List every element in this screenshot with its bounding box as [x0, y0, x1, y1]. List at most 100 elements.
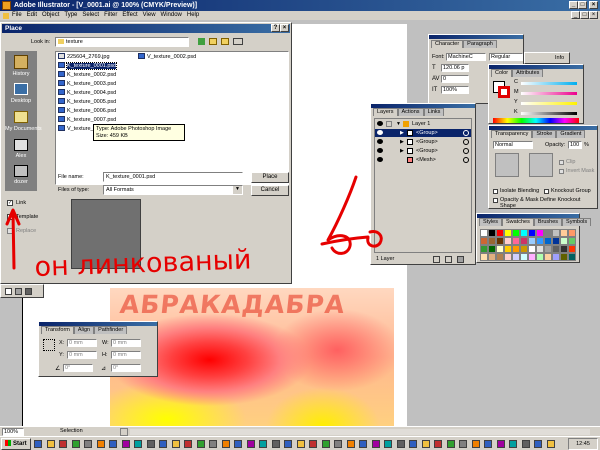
- taskbar-app-icon[interactable]: [484, 440, 492, 448]
- taskbar-app-icon[interactable]: [109, 440, 117, 448]
- taskbar-app-icon[interactable]: [459, 440, 467, 448]
- new-folder-icon[interactable]: [221, 38, 229, 45]
- swatch[interactable]: [560, 237, 568, 245]
- channel-c-slider[interactable]: [521, 82, 577, 85]
- menu-file[interactable]: File: [12, 12, 22, 18]
- swatch[interactable]: [504, 245, 512, 253]
- eye-icon[interactable]: [377, 130, 383, 135]
- swatch[interactable]: [480, 229, 488, 237]
- blend-mode-select[interactable]: Normal: [493, 141, 533, 149]
- taskbar-app-icon[interactable]: [346, 440, 355, 448]
- file-list-item[interactable]: K_texture_0005.psd: [58, 98, 116, 106]
- layer-row[interactable]: <Mesh>: [375, 156, 471, 164]
- swatch[interactable]: [552, 229, 560, 237]
- x-input[interactable]: 0 mm: [67, 339, 97, 347]
- tab-stroke[interactable]: Stroke: [532, 130, 557, 138]
- swatch[interactable]: [520, 237, 528, 245]
- taskbar-app-icon[interactable]: [371, 440, 380, 448]
- replace-checkbox[interactable]: [7, 228, 13, 234]
- chevron-down-icon[interactable]: ▼: [233, 186, 242, 194]
- minimize-icon[interactable]: _: [569, 1, 578, 9]
- menu-filter[interactable]: Filter: [104, 12, 117, 18]
- taskbar-app-icon[interactable]: [309, 440, 317, 448]
- taskbar-app-icon[interactable]: [396, 440, 405, 448]
- lock-toggle[interactable]: [386, 121, 392, 127]
- swatch[interactable]: [536, 245, 544, 253]
- tab-character[interactable]: Character: [431, 40, 464, 48]
- swatch[interactable]: [496, 245, 504, 253]
- template-checkbox[interactable]: [7, 214, 13, 220]
- tab-color[interactable]: Color: [491, 69, 513, 77]
- file-list-item[interactable]: K_texture_0001.psd: [58, 62, 118, 70]
- taskbar-app-icon[interactable]: [321, 440, 330, 448]
- taskbar-app-icon[interactable]: [534, 440, 542, 448]
- swatch[interactable]: [512, 229, 520, 237]
- knockout-checkbox[interactable]: [544, 189, 549, 194]
- menu-type[interactable]: Type: [64, 12, 77, 18]
- layer-name[interactable]: <Mesh>: [416, 156, 436, 164]
- tab-align[interactable]: Align: [73, 326, 95, 334]
- swatch[interactable]: [544, 237, 552, 245]
- scroll-left-icon[interactable]: [120, 428, 128, 436]
- swatch[interactable]: [488, 253, 496, 261]
- swatch[interactable]: [496, 237, 504, 245]
- eye-icon[interactable]: [377, 157, 383, 162]
- tab-links[interactable]: Links: [423, 108, 445, 116]
- tab-attributes[interactable]: Attributes: [512, 69, 544, 77]
- layer-row[interactable]: ▶ <Group>: [375, 138, 471, 146]
- font-family-select[interactable]: MachineC: [446, 53, 486, 61]
- tab-brushes[interactable]: Brushes: [533, 218, 563, 226]
- tab-transparency[interactable]: Transparency: [491, 130, 533, 138]
- reference-point-icon[interactable]: [43, 339, 55, 351]
- new-sublayer-icon[interactable]: [433, 256, 440, 263]
- swatch[interactable]: [560, 229, 568, 237]
- taskbar-app-icon[interactable]: [271, 440, 280, 448]
- stroke-swatch[interactable]: [498, 86, 510, 98]
- tab-paragraph[interactable]: Paragraph: [463, 40, 497, 48]
- swatch[interactable]: [512, 237, 520, 245]
- taskbar-app-icon[interactable]: [259, 440, 267, 448]
- places-my-documents[interactable]: My Documents: [5, 109, 42, 137]
- swatch[interactable]: [560, 253, 568, 261]
- swatch[interactable]: [568, 245, 576, 253]
- file-list[interactable]: 225604_2769.jpg K_texture_0001.psd K_textu…: [55, 51, 289, 185]
- taskbar-app-icon[interactable]: [509, 440, 517, 448]
- tab-info[interactable]: Info: [555, 55, 564, 61]
- taskbar-app-icon[interactable]: [421, 440, 430, 448]
- maximize-icon[interactable]: □: [578, 1, 587, 9]
- file-list-item[interactable]: K_texture_0007.psd: [58, 116, 116, 124]
- target-icon[interactable]: [463, 157, 469, 163]
- doc-minimize-icon[interactable]: _: [571, 11, 580, 19]
- tracking-input[interactable]: 100%: [441, 86, 469, 94]
- tab-pathfinder[interactable]: Pathfinder: [94, 326, 128, 334]
- target-icon[interactable]: [463, 130, 469, 136]
- taskbar-app-icon[interactable]: [496, 440, 505, 448]
- define-knockout-checkbox[interactable]: [493, 198, 498, 203]
- tab-symbols[interactable]: Symbols: [562, 218, 592, 226]
- places-dozer[interactable]: dozer: [5, 163, 37, 189]
- places-history[interactable]: History: [5, 53, 37, 81]
- swatch[interactable]: [544, 245, 552, 253]
- taskbar-app-icon[interactable]: [296, 440, 305, 448]
- places-desktop[interactable]: Desktop: [5, 81, 37, 109]
- swatch[interactable]: [520, 245, 528, 253]
- swatch[interactable]: [536, 253, 544, 261]
- file-list-item[interactable]: K_texture_0006.psd: [58, 107, 116, 115]
- channel-y-slider[interactable]: [521, 102, 577, 105]
- back-icon[interactable]: [198, 38, 205, 45]
- look-in-select[interactable]: texture: [55, 37, 189, 47]
- channel-k-slider[interactable]: [521, 112, 577, 115]
- layer-row[interactable]: ▼ Layer 1: [375, 120, 471, 128]
- doc-restore-icon[interactable]: □: [580, 11, 589, 19]
- swatch[interactable]: [552, 237, 560, 245]
- cancel-button[interactable]: Cancel: [251, 185, 289, 196]
- swatch[interactable]: [480, 245, 488, 253]
- taskbar-app-icon[interactable]: [546, 440, 555, 448]
- taskbar-app-icon[interactable]: [209, 440, 217, 448]
- taskbar-app-icon[interactable]: [334, 440, 342, 448]
- horizontal-scrollbar[interactable]: [130, 429, 590, 435]
- tab-transform[interactable]: Transform: [41, 326, 74, 334]
- fullscreen-menu-icon[interactable]: [15, 288, 22, 295]
- taskbar-app-icon[interactable]: [146, 440, 155, 448]
- menu-help[interactable]: Help: [187, 12, 199, 18]
